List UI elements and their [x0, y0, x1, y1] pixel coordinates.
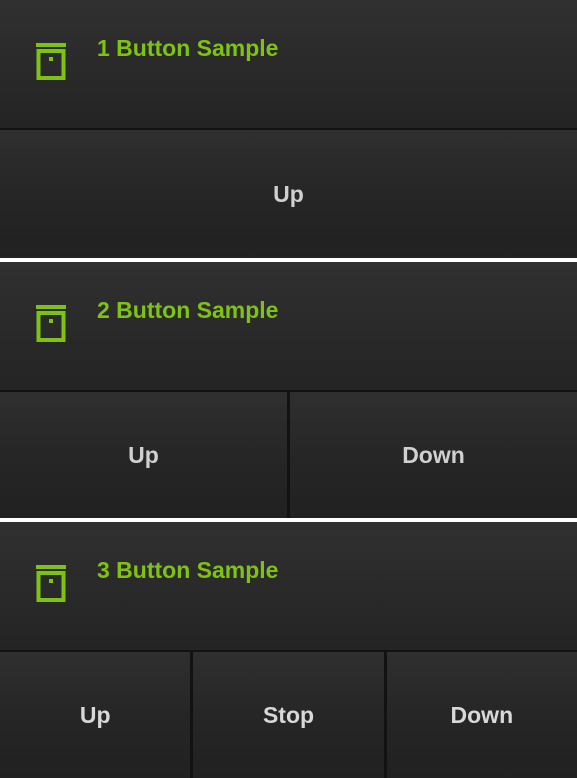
shutter-icon: [36, 305, 66, 342]
panel-title: 3 Button Sample: [97, 557, 279, 583]
panel-1-button-sample: 1 Button Sample Up: [0, 0, 577, 258]
panel-2-button-sample: 2 Button Sample Up Down: [0, 262, 577, 518]
panel-3-button-sample: 3 Button Sample Up Stop Down: [0, 522, 577, 778]
shutter-icon: [36, 43, 66, 80]
panel-header: 3 Button Sample: [0, 522, 577, 652]
down-button[interactable]: Down: [287, 392, 577, 518]
button-row: Up: [0, 130, 577, 258]
button-row: Up Stop Down: [0, 652, 577, 778]
down-button[interactable]: Down: [383, 652, 577, 778]
stop-button[interactable]: Stop: [190, 652, 384, 778]
panel-title: 2 Button Sample: [97, 297, 279, 323]
up-button[interactable]: Up: [0, 392, 287, 518]
up-button[interactable]: Up: [0, 652, 191, 778]
panel-header: 2 Button Sample: [0, 262, 577, 392]
button-row: Up Down: [0, 392, 577, 518]
panel-title: 1 Button Sample: [97, 35, 279, 61]
up-button[interactable]: Up: [0, 130, 577, 258]
shutter-icon: [36, 565, 66, 602]
panel-header: 1 Button Sample: [0, 0, 577, 130]
